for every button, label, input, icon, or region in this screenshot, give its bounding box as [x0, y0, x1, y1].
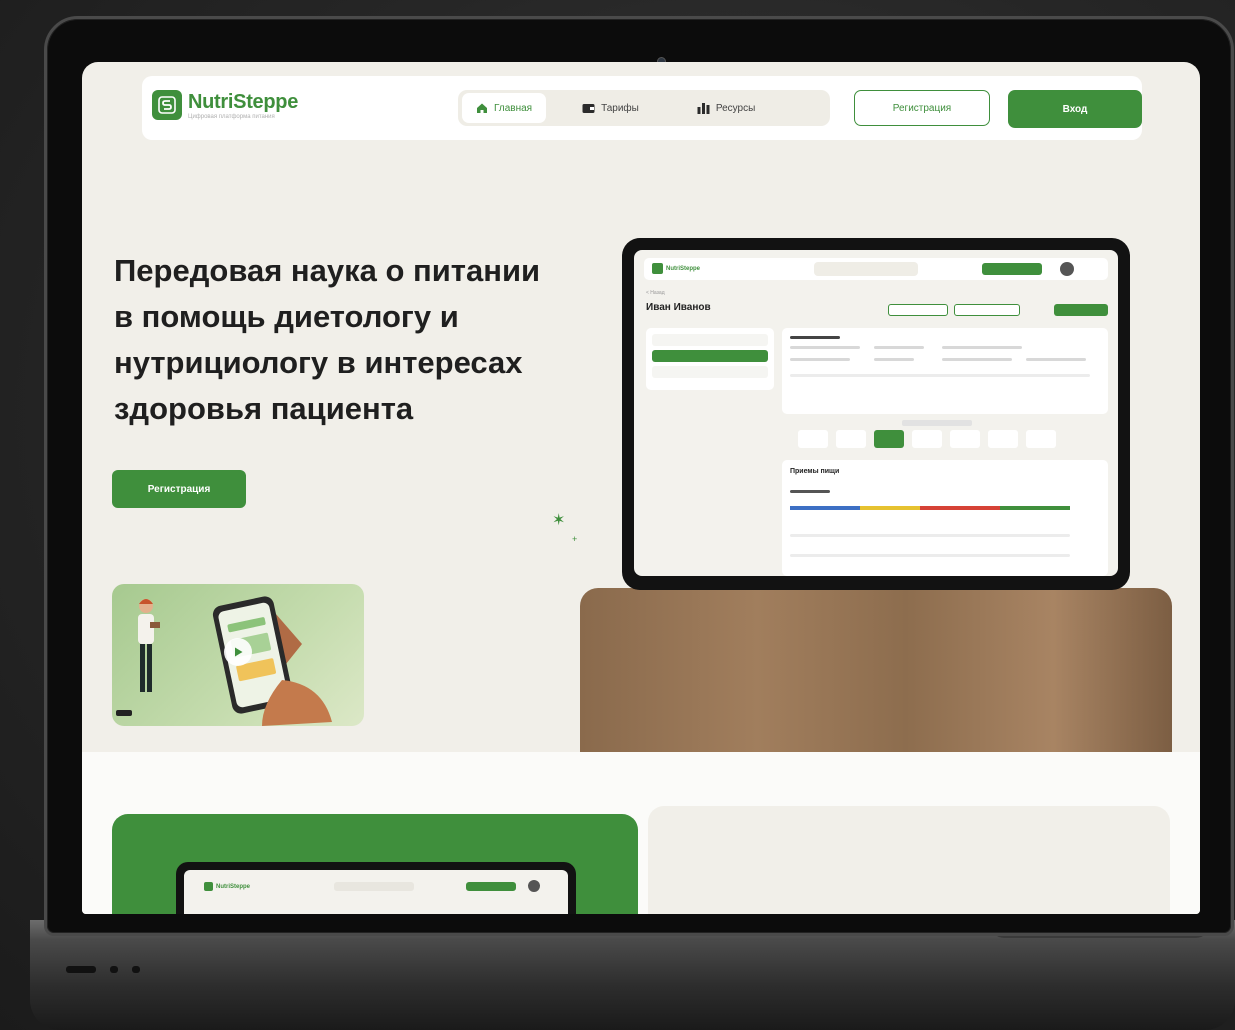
info-line [790, 336, 840, 339]
wooden-stand [580, 588, 1172, 752]
nav-item-label: Тарифы [601, 102, 639, 114]
table-row [790, 554, 1070, 557]
nutrient-bar [790, 506, 860, 510]
sidebar-item [652, 334, 768, 346]
date-chip [836, 430, 866, 448]
tablet-logo: NutriSteppe [652, 263, 700, 274]
tablet-brand-name: NutriSteppe [666, 265, 701, 272]
nav-item-label: Главная [494, 102, 533, 114]
tablet-nav [814, 262, 918, 276]
play-button[interactable] [224, 638, 252, 666]
info-line [942, 346, 1022, 349]
tablet-header: NutriSteppe [644, 258, 1108, 280]
tablet-device: NutriSteppe < Назад Иван Иванов Приемы п… [622, 238, 1130, 590]
tablet-screen: NutriSteppe < Назад Иван Иванов Приемы п… [634, 250, 1118, 576]
info-line [874, 358, 914, 361]
avatar [1060, 262, 1074, 276]
info-line [942, 358, 1012, 361]
meal-label [790, 490, 830, 493]
login-button[interactable]: Вход [1008, 90, 1142, 128]
promo-video-card[interactable] [112, 584, 364, 726]
laptop-port [132, 966, 140, 973]
hero-title: Передовая наука о питании в помощь дието… [114, 248, 574, 432]
date-chip [950, 430, 980, 448]
brand-name: NutriSteppe [188, 90, 299, 113]
home-icon [477, 103, 487, 113]
date-label [902, 420, 972, 426]
tablet-primary-button [1054, 304, 1108, 316]
sidebar-item [652, 366, 768, 378]
table-row [790, 534, 1070, 537]
logo-icon [152, 90, 182, 120]
date-selector [782, 420, 1108, 454]
chart-icon [697, 103, 710, 114]
main-nav: Главная Тарифы Ресурсы [458, 90, 830, 126]
feature-card-grey [648, 806, 1170, 914]
wallet-icon [582, 103, 595, 113]
video-progress-bar[interactable] [116, 710, 132, 716]
sidebar-item-active [652, 350, 768, 362]
sparkle-icon: ✶ [552, 512, 566, 529]
date-chip [988, 430, 1018, 448]
tablet-outline-button [888, 304, 948, 316]
laptop-port [110, 966, 118, 973]
tablet-action-button [982, 263, 1042, 275]
mini-brand-name: NutriSteppe [216, 883, 251, 890]
info-line [790, 374, 1090, 377]
date-chip [798, 430, 828, 448]
nutrient-bar [860, 506, 920, 510]
info-line [874, 346, 924, 349]
patient-name: Иван Иванов [646, 302, 711, 313]
info-line [790, 358, 850, 361]
meals-card: Приемы пищи [782, 460, 1108, 576]
mini-avatar [528, 880, 540, 892]
date-chip-active [874, 430, 904, 448]
nav-item-pricing[interactable]: Тарифы [568, 93, 653, 123]
breadcrumb: < Назад [646, 290, 665, 296]
nutrient-bar [920, 506, 1000, 510]
tablet-sidebar [646, 328, 774, 390]
sparkle-icon: + [572, 534, 578, 544]
brand-tagline: Цифровая платформа питания [188, 113, 275, 120]
tablet-outline-button [954, 304, 1020, 316]
mini-tablet-screen: NutriSteppe [184, 870, 568, 914]
nav-item-label: Ресурсы [715, 102, 756, 114]
mini-nav [334, 882, 414, 891]
nav-item-resources[interactable]: Ресурсы [683, 93, 769, 123]
patient-info-card [782, 328, 1108, 414]
info-line [790, 346, 860, 349]
meals-title: Приемы пищи [790, 468, 840, 475]
register-button[interactable]: Регистрация [854, 90, 990, 126]
tablet-logo-icon [652, 263, 663, 274]
hero-register-button[interactable]: Регистрация [112, 470, 246, 508]
mini-logo-icon [204, 882, 213, 891]
date-chip [1026, 430, 1056, 448]
hero-title-line: Передовая наука о питании [114, 253, 541, 288]
date-chip [912, 430, 942, 448]
laptop-port [66, 966, 96, 973]
hero-title-line: в помощь диетологу и [114, 299, 459, 334]
laptop-screen: NutriSteppe Цифровая платформа питания Г… [82, 62, 1200, 914]
info-line [1026, 358, 1086, 361]
hero-title-line: нутрициологу в интересах [114, 345, 523, 380]
mini-action-button [466, 882, 516, 891]
nutrient-bar [1000, 506, 1070, 510]
brand-logo[interactable]: NutriSteppe Цифровая платформа питания [152, 90, 298, 120]
hero-title-line: здоровья пациента [114, 391, 414, 426]
nav-item-home[interactable]: Главная [462, 93, 547, 123]
site-header: NutriSteppe Цифровая платформа питания Г… [142, 76, 1142, 140]
play-icon [235, 647, 243, 657]
